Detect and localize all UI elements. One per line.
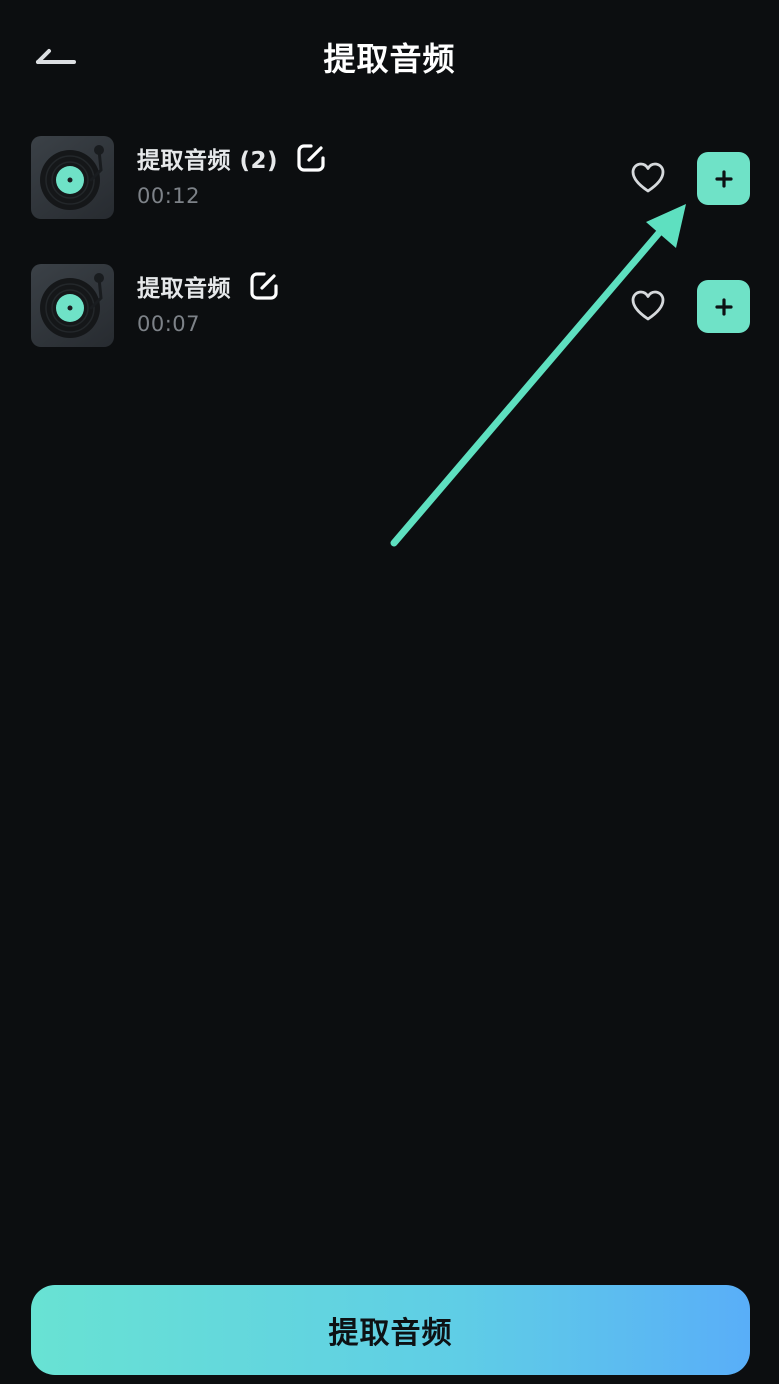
audio-duration: 00:07 [137, 312, 201, 336]
audio-title: 提取音频 [137, 276, 231, 302]
item-title-row: 提取音频 [137, 266, 279, 306]
header-bar: 提取音频 [0, 0, 779, 116]
favorite-button[interactable] [630, 289, 666, 323]
page-title: 提取音频 [323, 40, 456, 78]
audio-list-item[interactable]: 提取音频 00:07 [0, 256, 779, 384]
add-to-track-button[interactable] [697, 152, 750, 205]
item-title-row: 提取音频 (2) [137, 138, 326, 178]
favorite-button[interactable] [630, 161, 666, 195]
heart-outline-icon [631, 162, 665, 193]
extract-audio-screen: 提取音频 提取音频 (2) 00:12 提取音频 00:07 提取音频 [0, 0, 779, 1384]
vinyl-record-icon [40, 145, 104, 210]
audio-thumbnail [31, 136, 114, 219]
edit-icon[interactable] [296, 143, 326, 173]
audio-list-item[interactable]: 提取音频 (2) 00:12 [0, 128, 779, 256]
audio-thumbnail [31, 264, 114, 347]
plus-icon [714, 297, 733, 316]
extract-audio-button[interactable]: 提取音频 [31, 1285, 750, 1375]
extract-audio-button-label: 提取音频 [328, 1316, 453, 1351]
edit-icon[interactable] [249, 271, 279, 301]
audio-list: 提取音频 (2) 00:12 提取音频 00:07 [0, 128, 779, 384]
plus-icon [714, 169, 733, 188]
add-to-track-button[interactable] [697, 280, 750, 333]
audio-title: 提取音频 (2) [137, 148, 279, 174]
audio-duration: 00:12 [137, 184, 201, 208]
heart-outline-icon [631, 290, 665, 321]
vinyl-record-icon [40, 273, 104, 338]
